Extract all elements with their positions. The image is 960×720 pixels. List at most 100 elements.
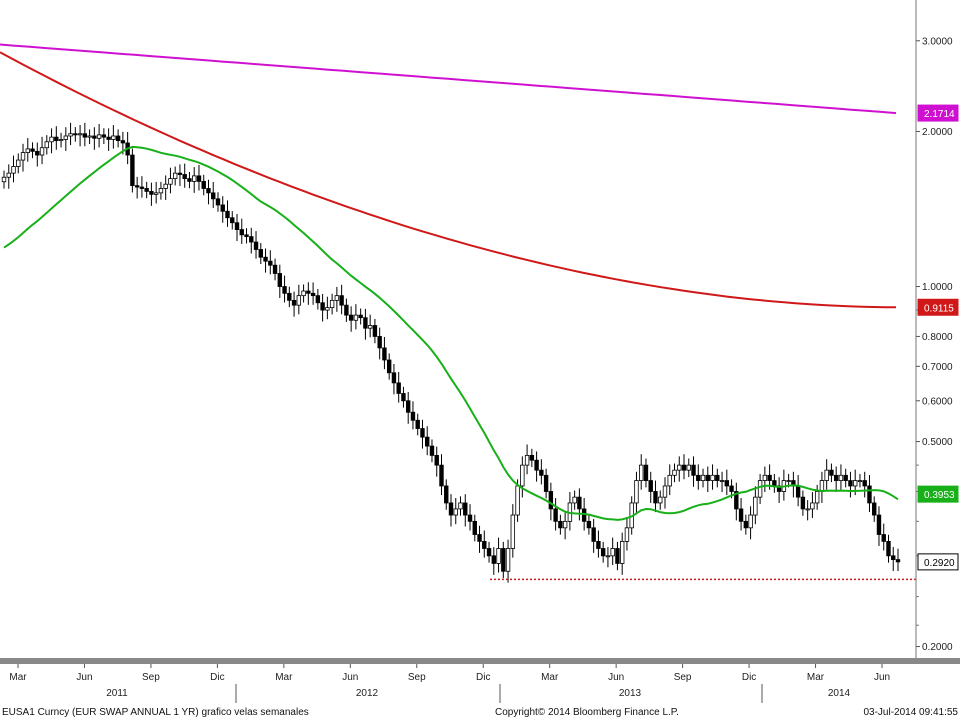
candle-body bbox=[800, 496, 806, 510]
ma-line-magenta bbox=[0, 43, 897, 115]
x-axis-bar bbox=[0, 658, 960, 664]
candle bbox=[800, 490, 806, 516]
candle bbox=[577, 488, 582, 521]
candle bbox=[619, 532, 625, 575]
candle-body bbox=[681, 464, 687, 471]
candle-body bbox=[738, 508, 744, 522]
candle bbox=[848, 471, 853, 498]
candle bbox=[463, 494, 468, 527]
candle-body bbox=[491, 555, 496, 564]
candle bbox=[30, 142, 35, 159]
y-tick-label: 3.0000 bbox=[922, 36, 953, 47]
candle-body bbox=[444, 485, 449, 504]
candle bbox=[249, 227, 254, 254]
candle bbox=[748, 506, 753, 540]
candle-body bbox=[144, 188, 149, 192]
candlestick-series bbox=[1, 122, 901, 583]
candle bbox=[386, 353, 392, 380]
candle-body bbox=[187, 178, 192, 182]
candle-body bbox=[196, 175, 202, 182]
x-tick-label: Dic bbox=[742, 672, 756, 683]
candle bbox=[829, 463, 834, 483]
candle-body bbox=[420, 428, 425, 438]
candle-body bbox=[6, 172, 11, 178]
candle bbox=[891, 547, 896, 572]
candle bbox=[296, 284, 302, 315]
candle bbox=[196, 164, 202, 191]
candle bbox=[272, 258, 278, 281]
candle-body bbox=[539, 469, 544, 476]
candle-body bbox=[581, 508, 587, 522]
candle bbox=[867, 475, 872, 513]
candle bbox=[16, 153, 21, 174]
candle bbox=[382, 336, 387, 370]
candle bbox=[482, 530, 487, 558]
candle-body bbox=[391, 372, 397, 384]
candle bbox=[686, 458, 691, 477]
candle bbox=[857, 473, 863, 488]
price-badge-label: 2.1714 bbox=[924, 109, 955, 120]
candle bbox=[163, 175, 168, 200]
candle-body bbox=[130, 154, 135, 187]
candle bbox=[496, 537, 501, 573]
candle bbox=[458, 496, 463, 516]
candle bbox=[192, 167, 197, 193]
candle-body bbox=[367, 325, 373, 329]
candle-body bbox=[35, 150, 40, 156]
candle-body bbox=[353, 314, 359, 321]
candle-body bbox=[348, 314, 354, 321]
candle bbox=[819, 471, 825, 503]
candle-body bbox=[58, 139, 64, 142]
candle bbox=[201, 174, 206, 196]
candle bbox=[876, 506, 882, 546]
candle-body bbox=[320, 302, 325, 311]
candle-body bbox=[296, 295, 302, 306]
candle bbox=[824, 459, 829, 490]
candle bbox=[705, 466, 710, 493]
candle-body bbox=[862, 480, 867, 487]
candle-body bbox=[600, 548, 606, 557]
candle bbox=[553, 498, 558, 531]
candle bbox=[415, 413, 420, 436]
candle bbox=[591, 519, 596, 553]
candle-body bbox=[510, 514, 516, 549]
candle-body bbox=[634, 480, 639, 504]
candle bbox=[662, 477, 668, 509]
candle bbox=[672, 463, 677, 483]
candle-body bbox=[158, 188, 164, 194]
candle bbox=[425, 426, 430, 456]
candle bbox=[277, 264, 283, 298]
candle-body bbox=[68, 133, 73, 137]
candle bbox=[658, 490, 663, 510]
axes: 3.0000 2.0000 1.0000 0.8000 0.7000 0.6000 0.50… bbox=[0, 0, 960, 703]
candle-body bbox=[757, 480, 763, 498]
candle bbox=[149, 182, 154, 206]
candle-body bbox=[448, 502, 454, 516]
candle-body bbox=[301, 290, 306, 297]
candle-body bbox=[520, 464, 525, 487]
candle bbox=[101, 128, 107, 144]
candle-body bbox=[272, 264, 278, 274]
candle-body bbox=[87, 135, 92, 138]
candle-body bbox=[101, 134, 107, 138]
bloomberg-chart: 3.0000 2.0000 1.0000 0.8000 0.7000 0.6000 0.50… bbox=[0, 0, 960, 718]
candle bbox=[344, 298, 349, 322]
candle bbox=[339, 284, 344, 315]
x-tick-label: Mar bbox=[275, 672, 293, 683]
price-badge-label: 0.3953 bbox=[924, 490, 955, 501]
candle bbox=[467, 504, 473, 531]
x-tick-label: Jun bbox=[608, 672, 624, 683]
candle-body bbox=[192, 175, 197, 182]
candle bbox=[477, 525, 482, 553]
candle bbox=[710, 464, 715, 490]
candle-body bbox=[662, 485, 668, 498]
candle-body bbox=[472, 520, 477, 535]
candle-body bbox=[743, 520, 749, 529]
candle-body bbox=[249, 236, 254, 243]
candle bbox=[505, 539, 511, 583]
candle bbox=[643, 458, 649, 488]
candle bbox=[691, 456, 696, 487]
candle-body bbox=[534, 459, 539, 471]
footer-copyright: Copyright© 2014 Bloomberg Finance L.P. bbox=[495, 707, 679, 718]
candle-body bbox=[881, 534, 886, 542]
